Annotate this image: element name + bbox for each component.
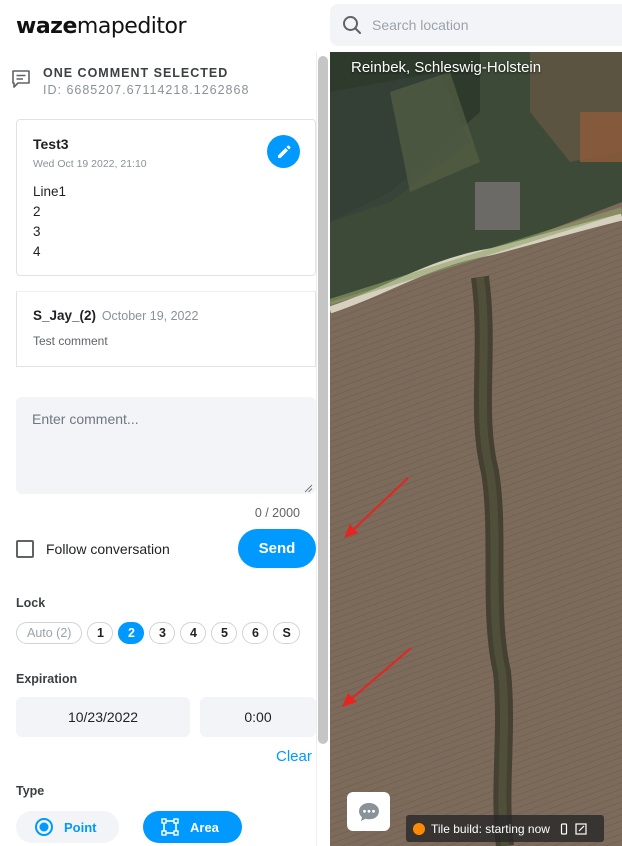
follow-checkbox[interactable]	[16, 540, 34, 558]
expiration-date-field[interactable]: 10/23/2022	[16, 697, 190, 737]
lock-option-5[interactable]: 5	[211, 622, 238, 644]
comment-icon	[12, 70, 30, 88]
lock-option-6[interactable]: 6	[242, 622, 269, 644]
tile-build-status: Tile build: starting now	[406, 815, 604, 842]
panel-title: ONE COMMENT SELECTED	[43, 66, 229, 80]
lock-option-3[interactable]: 3	[149, 622, 176, 644]
satellite-imagery	[330, 52, 622, 846]
comment-panel: ONE COMMENT SELECTED ID: 6685207.6711421…	[0, 52, 330, 846]
chat-bubble-icon	[358, 802, 379, 821]
type-area-label: Area	[190, 819, 219, 835]
lock-selector: Auto (2) 1 2 3 4 5 6 S	[16, 622, 305, 644]
mobile-icon[interactable]	[558, 822, 570, 835]
lock-option-s[interactable]: S	[273, 622, 300, 644]
external-link-icon[interactable]	[575, 822, 587, 835]
comment-input[interactable]	[16, 397, 316, 494]
map-location-label: Reinbek, Schleswig-Holstein	[351, 59, 542, 76]
edit-comment-button[interactable]	[267, 135, 300, 168]
type-point-button[interactable]: Point	[16, 811, 119, 843]
char-counter: 0 / 2000	[254, 506, 300, 520]
resize-grip-icon[interactable]	[303, 483, 313, 493]
point-radio-icon	[35, 818, 53, 836]
comment-date: Wed Oct 19 2022, 21:10	[33, 158, 147, 170]
brand-part-waze: waze	[16, 13, 77, 39]
comment-card: Test3 Wed Oct 19 2022, 21:10 Line1 2 3 4	[16, 119, 316, 276]
brand-logo: waze mapeditor	[16, 10, 187, 42]
comment-title: Test3	[33, 136, 69, 152]
expiration-time-field[interactable]: 0:00	[200, 697, 316, 737]
lock-option-2[interactable]: 2	[118, 622, 145, 644]
follow-conversation[interactable]: Follow conversation	[16, 540, 170, 558]
chat-button[interactable]	[347, 792, 390, 831]
search-input[interactable]	[372, 17, 612, 33]
type-label: Type	[16, 784, 45, 798]
lock-option-1[interactable]: 1	[87, 622, 114, 644]
comment-body: Line1 2 3 4	[33, 184, 67, 259]
status-indicator-icon	[413, 822, 425, 835]
lock-option-auto[interactable]: Auto (2)	[16, 622, 83, 644]
follow-label: Follow conversation	[46, 541, 170, 557]
send-button[interactable]: Send	[238, 529, 316, 568]
lock-option-4[interactable]: 4	[180, 622, 207, 644]
reply-author: S_Jay_(2)	[33, 308, 97, 323]
comment-id: ID: 6685207.67114218.1262868	[43, 83, 250, 97]
tile-status-text: Tile build: starting now	[431, 821, 550, 836]
type-point-label: Point	[64, 819, 97, 835]
reply-text: Test comment	[33, 334, 108, 348]
type-selector: Point Area	[16, 811, 242, 843]
brand-part-mapeditor: mapeditor	[76, 13, 187, 39]
reply-item: S_Jay_(2) October 19, 2022 Test comment	[16, 291, 316, 367]
pencil-icon	[277, 145, 290, 158]
map-view[interactable]: Reinbek, Schleswig-Holstein Tile build: …	[330, 52, 622, 846]
expiration-label: Expiration	[16, 672, 78, 686]
panel-header: ONE COMMENT SELECTED ID: 6685207.6711421…	[10, 66, 249, 97]
search-bar[interactable]	[330, 4, 622, 46]
area-polygon-icon	[161, 818, 179, 836]
clear-expiration-link[interactable]: Clear	[276, 748, 312, 765]
reply-date: October 19, 2022	[101, 309, 199, 323]
type-area-button[interactable]: Area	[143, 811, 242, 843]
panel-scrollbar-thumb[interactable]	[318, 56, 328, 744]
lock-label: Lock	[16, 596, 46, 610]
search-icon	[343, 16, 361, 34]
